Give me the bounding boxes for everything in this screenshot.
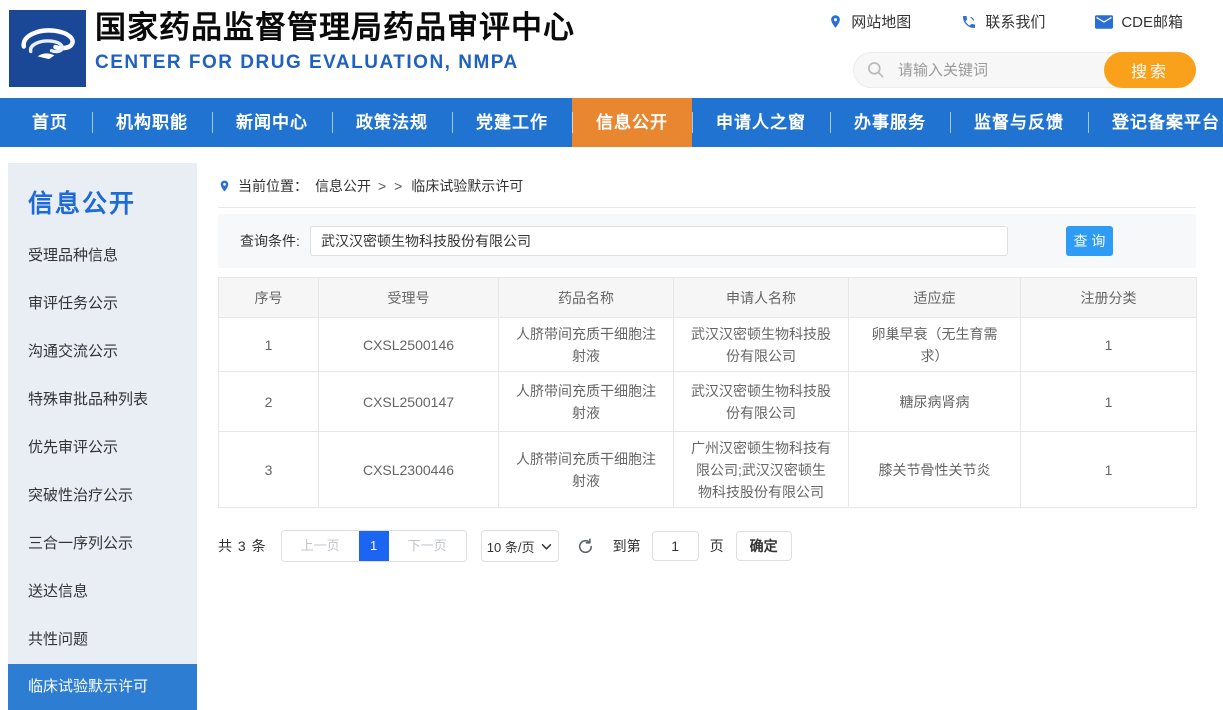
cell-applicant: 武汉汉密顿生物科技股份有限公司 bbox=[674, 318, 849, 372]
cell-indication: 糖尿病肾病 bbox=[849, 372, 1021, 432]
search-icon bbox=[866, 60, 886, 85]
total-count: 共 3 条 bbox=[218, 536, 267, 556]
goto-page-label: 到第 bbox=[613, 536, 641, 556]
cell-registration-class: 1 bbox=[1021, 318, 1197, 372]
table-row: 2 CXSL2500147 人脐带间充质干细胞注射液 武汉汉密顿生物科技股份有限… bbox=[219, 372, 1197, 432]
sitemap-link-label: 网站地图 bbox=[851, 11, 911, 32]
nav-item-info-disclosure[interactable]: 信息公开 bbox=[572, 98, 692, 147]
cell-index: 1 bbox=[219, 318, 319, 372]
quick-links: 网站地图 联系我们 CDE邮箱 bbox=[828, 11, 1183, 32]
sidebar-item-priority-review[interactable]: 优先审评公示 bbox=[8, 424, 197, 472]
sidebar-item-three-in-one[interactable]: 三合一序列公示 bbox=[8, 520, 197, 568]
nav-item-functions[interactable]: 机构职能 bbox=[92, 98, 212, 147]
nav-item-supervision[interactable]: 监督与反馈 bbox=[950, 98, 1088, 147]
confirm-button[interactable]: 确定 bbox=[736, 531, 792, 561]
page-size-value: 10 条/页 bbox=[487, 537, 535, 556]
nav-item-registration[interactable]: 登记备案平台 bbox=[1088, 98, 1223, 147]
sidebar-item-breakthrough-therapy[interactable]: 突破性治疗公示 bbox=[8, 472, 197, 520]
breadcrumb-separator: > > bbox=[378, 178, 404, 194]
cell-indication: 膝关节骨性关节炎 bbox=[849, 432, 1021, 508]
phone-icon bbox=[961, 14, 977, 30]
sidebar-item-clinical-trial-implied-license[interactable]: 临床试验默示许可 bbox=[8, 664, 197, 710]
main-content: 当前位置： 信息公开 > > 临床试验默示许可 查询条件: 查 询 序号 受理号 … bbox=[218, 147, 1196, 562]
sidebar-item-delivery-info[interactable]: 送达信息 bbox=[8, 568, 197, 616]
page-size-select[interactable]: 10 条/页 bbox=[481, 530, 559, 562]
cde-logo-icon[interactable] bbox=[9, 10, 86, 87]
col-header-applicant: 申请人名称 bbox=[674, 278, 849, 318]
cell-acceptance-no: CXSL2500147 bbox=[319, 372, 499, 432]
nav-item-home[interactable]: 首页 bbox=[8, 98, 92, 147]
col-header-acceptance-no: 受理号 bbox=[319, 278, 499, 318]
breadcrumb-current: 临床试验默示许可 bbox=[411, 176, 523, 196]
chevron-down-icon bbox=[541, 539, 552, 554]
current-page-button[interactable]: 1 bbox=[359, 531, 389, 561]
cell-drug-name: 人脐带间充质干细胞注射液 bbox=[499, 432, 674, 508]
table-row: 3 CXSL2300446 人脐带间充质干细胞注射液 广州汉密顿生物科技有限公司… bbox=[219, 432, 1197, 508]
table-row: 1 CXSL2500146 人脐带间充质干细胞注射液 武汉汉密顿生物科技股份有限… bbox=[219, 318, 1197, 372]
cell-acceptance-no: CXSL2500146 bbox=[319, 318, 499, 372]
nav-item-policies[interactable]: 政策法规 bbox=[332, 98, 452, 147]
cell-index: 3 bbox=[219, 432, 319, 508]
query-button[interactable]: 查 询 bbox=[1066, 226, 1113, 256]
site-search: 搜索 bbox=[853, 52, 1196, 88]
breadcrumb: 当前位置： 信息公开 > > 临床试验默示许可 bbox=[218, 164, 1196, 208]
sidebar: 信息公开 受理品种信息 审评任务公示 沟通交流公示 特殊审批品种列表 优先审评公… bbox=[8, 163, 197, 710]
cell-applicant: 广州汉密顿生物科技有限公司;武汉汉密顿生物科技股份有限公司 bbox=[674, 432, 849, 508]
sidebar-item-accepted-varieties[interactable]: 受理品种信息 bbox=[8, 232, 197, 280]
table-header-row: 序号 受理号 药品名称 申请人名称 适应症 注册分类 bbox=[219, 278, 1197, 318]
main-nav: 首页 机构职能 新闻中心 政策法规 党建工作 信息公开 申请人之窗 办事服务 监… bbox=[0, 98, 1223, 147]
contact-link[interactable]: 联系我们 bbox=[961, 11, 1045, 32]
cell-drug-name: 人脐带间充质干细胞注射液 bbox=[499, 318, 674, 372]
map-pin-icon bbox=[828, 13, 843, 30]
results-table: 序号 受理号 药品名称 申请人名称 适应症 注册分类 1 CXSL2500146… bbox=[218, 277, 1197, 508]
mail-icon bbox=[1095, 15, 1113, 29]
cell-registration-class: 1 bbox=[1021, 432, 1197, 508]
cell-indication: 卵巢早衰（无生育需求） bbox=[849, 318, 1021, 372]
cell-registration-class: 1 bbox=[1021, 372, 1197, 432]
site-header: 国家药品监督管理局药品审评中心 CENTER FOR DRUG EVALUATI… bbox=[0, 0, 1223, 98]
site-title: 国家药品监督管理局药品审评中心 bbox=[95, 8, 575, 48]
sidebar-item-communication[interactable]: 沟通交流公示 bbox=[8, 328, 197, 376]
nav-item-services[interactable]: 办事服务 bbox=[830, 98, 950, 147]
sidebar-item-review-tasks[interactable]: 审评任务公示 bbox=[8, 280, 197, 328]
nav-item-news[interactable]: 新闻中心 bbox=[212, 98, 332, 147]
query-condition-input[interactable] bbox=[310, 226, 1008, 256]
cell-acceptance-no: CXSL2300446 bbox=[319, 432, 499, 508]
contact-link-label: 联系我们 bbox=[985, 11, 1045, 32]
cell-index: 2 bbox=[219, 372, 319, 432]
nav-item-party[interactable]: 党建工作 bbox=[452, 98, 572, 147]
cde-mail-link-label: CDE邮箱 bbox=[1121, 11, 1183, 32]
site-subtitle: CENTER FOR DRUG EVALUATION, NMPA bbox=[95, 52, 575, 74]
brand-block: 国家药品监督管理局药品审评中心 CENTER FOR DRUG EVALUATI… bbox=[95, 8, 575, 74]
col-header-index: 序号 bbox=[219, 278, 319, 318]
search-button[interactable]: 搜索 bbox=[1104, 52, 1196, 88]
goto-page-input[interactable] bbox=[652, 531, 699, 561]
sidebar-item-common-issues[interactable]: 共性问题 bbox=[8, 616, 197, 664]
pager-group: 上一页 1 下一页 bbox=[281, 530, 467, 562]
location-pin-icon bbox=[218, 178, 231, 194]
query-panel: 查询条件: 查 询 bbox=[218, 214, 1196, 268]
prev-page-button[interactable]: 上一页 bbox=[282, 531, 359, 561]
sitemap-link[interactable]: 网站地图 bbox=[828, 11, 911, 32]
pagination: 共 3 条 上一页 1 下一页 10 条/页 到第 页 确定 bbox=[218, 530, 1196, 562]
sidebar-item-special-approval[interactable]: 特殊审批品种列表 bbox=[8, 376, 197, 424]
breadcrumb-section[interactable]: 信息公开 bbox=[315, 176, 371, 196]
nav-item-applicant[interactable]: 申请人之窗 bbox=[692, 98, 830, 147]
breadcrumb-label: 当前位置： bbox=[238, 176, 308, 196]
goto-page-unit: 页 bbox=[710, 536, 724, 556]
next-page-button[interactable]: 下一页 bbox=[389, 531, 466, 561]
main-nav-list: 首页 机构职能 新闻中心 政策法规 党建工作 信息公开 申请人之窗 办事服务 监… bbox=[0, 98, 1223, 147]
col-header-indication: 适应症 bbox=[849, 278, 1021, 318]
cde-mail-link[interactable]: CDE邮箱 bbox=[1095, 11, 1183, 32]
col-header-registration-class: 注册分类 bbox=[1021, 278, 1197, 318]
cell-drug-name: 人脐带间充质干细胞注射液 bbox=[499, 372, 674, 432]
refresh-icon[interactable] bbox=[576, 536, 596, 556]
sidebar-title: 信息公开 bbox=[28, 184, 197, 220]
query-condition-label: 查询条件: bbox=[240, 214, 300, 268]
cell-applicant: 武汉汉密顿生物科技股份有限公司 bbox=[674, 372, 849, 432]
col-header-drug-name: 药品名称 bbox=[499, 278, 674, 318]
